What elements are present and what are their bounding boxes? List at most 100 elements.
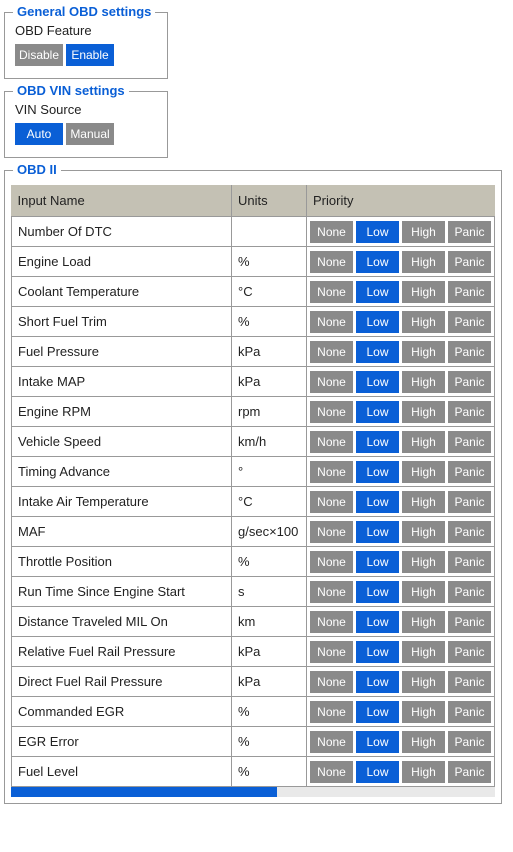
units-cell: °C bbox=[232, 487, 307, 517]
priority-toggle: NoneLowHighPanic bbox=[310, 671, 491, 693]
priority-none-button[interactable]: None bbox=[310, 761, 353, 783]
priority-high-button[interactable]: High bbox=[402, 251, 445, 273]
priority-none-button[interactable]: None bbox=[310, 671, 353, 693]
priority-low-button[interactable]: Low bbox=[356, 281, 399, 303]
priority-cell: NoneLowHighPanic bbox=[307, 637, 495, 667]
priority-low-button[interactable]: Low bbox=[356, 341, 399, 363]
priority-high-button[interactable]: High bbox=[402, 551, 445, 573]
priority-high-button[interactable]: High bbox=[402, 281, 445, 303]
priority-panic-button[interactable]: Panic bbox=[448, 611, 491, 633]
priority-low-button[interactable]: Low bbox=[356, 491, 399, 513]
priority-high-button[interactable]: High bbox=[402, 641, 445, 663]
priority-none-button[interactable]: None bbox=[310, 371, 353, 393]
table-row: Coolant Temperature°CNoneLowHighPanic bbox=[12, 277, 495, 307]
priority-panic-button[interactable]: Panic bbox=[448, 341, 491, 363]
priority-cell: NoneLowHighPanic bbox=[307, 667, 495, 697]
priority-high-button[interactable]: High bbox=[402, 341, 445, 363]
units-cell: rpm bbox=[232, 397, 307, 427]
input-name-cell: Short Fuel Trim bbox=[12, 307, 232, 337]
priority-low-button[interactable]: Low bbox=[356, 581, 399, 603]
priority-high-button[interactable]: High bbox=[402, 701, 445, 723]
priority-panic-button[interactable]: Panic bbox=[448, 491, 491, 513]
priority-cell: NoneLowHighPanic bbox=[307, 457, 495, 487]
priority-panic-button[interactable]: Panic bbox=[448, 551, 491, 573]
vin-source-manual-button[interactable]: Manual bbox=[66, 123, 114, 145]
priority-low-button[interactable]: Low bbox=[356, 221, 399, 243]
priority-low-button[interactable]: Low bbox=[356, 311, 399, 333]
priority-high-button[interactable]: High bbox=[402, 731, 445, 753]
priority-low-button[interactable]: Low bbox=[356, 251, 399, 273]
units-cell: % bbox=[232, 307, 307, 337]
priority-none-button[interactable]: None bbox=[310, 221, 353, 243]
priority-none-button[interactable]: None bbox=[310, 521, 353, 543]
priority-none-button[interactable]: None bbox=[310, 491, 353, 513]
priority-high-button[interactable]: High bbox=[402, 521, 445, 543]
priority-none-button[interactable]: None bbox=[310, 581, 353, 603]
priority-none-button[interactable]: None bbox=[310, 731, 353, 753]
table-row: Vehicle Speedkm/hNoneLowHighPanic bbox=[12, 427, 495, 457]
priority-none-button[interactable]: None bbox=[310, 431, 353, 453]
obd-feature-disable-button[interactable]: Disable bbox=[15, 44, 63, 66]
priority-none-button[interactable]: None bbox=[310, 551, 353, 573]
priority-none-button[interactable]: None bbox=[310, 281, 353, 303]
priority-high-button[interactable]: High bbox=[402, 401, 445, 423]
priority-panic-button[interactable]: Panic bbox=[448, 521, 491, 543]
priority-high-button[interactable]: High bbox=[402, 311, 445, 333]
priority-panic-button[interactable]: Panic bbox=[448, 371, 491, 393]
vin-source-auto-button[interactable]: Auto bbox=[15, 123, 63, 145]
obd-feature-enable-button[interactable]: Enable bbox=[66, 44, 114, 66]
units-cell: kPa bbox=[232, 637, 307, 667]
priority-none-button[interactable]: None bbox=[310, 251, 353, 273]
priority-high-button[interactable]: High bbox=[402, 611, 445, 633]
priority-high-button[interactable]: High bbox=[402, 371, 445, 393]
priority-high-button[interactable]: High bbox=[402, 491, 445, 513]
priority-low-button[interactable]: Low bbox=[356, 671, 399, 693]
priority-panic-button[interactable]: Panic bbox=[448, 641, 491, 663]
priority-toggle: NoneLowHighPanic bbox=[310, 641, 491, 663]
priority-panic-button[interactable]: Panic bbox=[448, 461, 491, 483]
priority-low-button[interactable]: Low bbox=[356, 551, 399, 573]
priority-panic-button[interactable]: Panic bbox=[448, 431, 491, 453]
priority-low-button[interactable]: Low bbox=[356, 731, 399, 753]
priority-none-button[interactable]: None bbox=[310, 461, 353, 483]
priority-panic-button[interactable]: Panic bbox=[448, 761, 491, 783]
priority-panic-button[interactable]: Panic bbox=[448, 311, 491, 333]
input-name-cell: MAF bbox=[12, 517, 232, 547]
priority-high-button[interactable]: High bbox=[402, 671, 445, 693]
vin-source-toggle: Auto Manual bbox=[15, 123, 157, 145]
priority-panic-button[interactable]: Panic bbox=[448, 401, 491, 423]
priority-low-button[interactable]: Low bbox=[356, 761, 399, 783]
priority-panic-button[interactable]: Panic bbox=[448, 731, 491, 753]
horizontal-scrollbar[interactable] bbox=[11, 787, 495, 797]
horizontal-scrollbar-thumb[interactable] bbox=[11, 787, 277, 797]
priority-low-button[interactable]: Low bbox=[356, 461, 399, 483]
th-units: Units bbox=[232, 185, 307, 217]
priority-panic-button[interactable]: Panic bbox=[448, 251, 491, 273]
priority-high-button[interactable]: High bbox=[402, 761, 445, 783]
priority-none-button[interactable]: None bbox=[310, 641, 353, 663]
priority-none-button[interactable]: None bbox=[310, 611, 353, 633]
priority-low-button[interactable]: Low bbox=[356, 701, 399, 723]
priority-low-button[interactable]: Low bbox=[356, 401, 399, 423]
priority-high-button[interactable]: High bbox=[402, 461, 445, 483]
priority-high-button[interactable]: High bbox=[402, 221, 445, 243]
priority-high-button[interactable]: High bbox=[402, 581, 445, 603]
table-row: Relative Fuel Rail PressurekPaNoneLowHig… bbox=[12, 637, 495, 667]
priority-low-button[interactable]: Low bbox=[356, 371, 399, 393]
priority-low-button[interactable]: Low bbox=[356, 521, 399, 543]
priority-low-button[interactable]: Low bbox=[356, 611, 399, 633]
priority-none-button[interactable]: None bbox=[310, 341, 353, 363]
priority-low-button[interactable]: Low bbox=[356, 431, 399, 453]
priority-high-button[interactable]: High bbox=[402, 431, 445, 453]
priority-none-button[interactable]: None bbox=[310, 701, 353, 723]
priority-low-button[interactable]: Low bbox=[356, 641, 399, 663]
priority-cell: NoneLowHighPanic bbox=[307, 697, 495, 727]
priority-panic-button[interactable]: Panic bbox=[448, 581, 491, 603]
priority-none-button[interactable]: None bbox=[310, 401, 353, 423]
priority-panic-button[interactable]: Panic bbox=[448, 701, 491, 723]
priority-none-button[interactable]: None bbox=[310, 311, 353, 333]
obd-feature-label: OBD Feature bbox=[15, 23, 157, 38]
priority-panic-button[interactable]: Panic bbox=[448, 671, 491, 693]
priority-panic-button[interactable]: Panic bbox=[448, 221, 491, 243]
priority-panic-button[interactable]: Panic bbox=[448, 281, 491, 303]
